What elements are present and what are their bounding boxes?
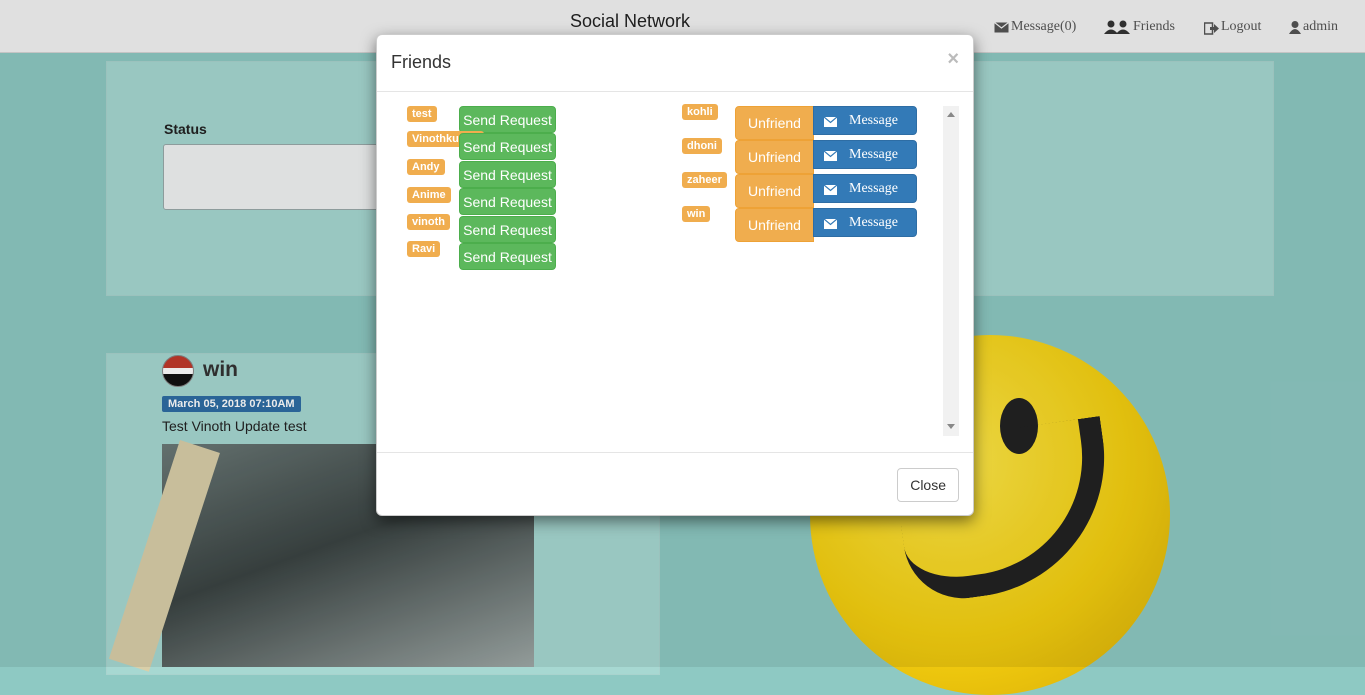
message-button-label: Message xyxy=(849,214,898,230)
message-button-label: Message xyxy=(849,146,898,162)
unfriend-button[interactable]: Unfriend xyxy=(735,140,814,174)
close-button[interactable]: Close xyxy=(897,468,959,502)
suggestion-name-label: test xyxy=(407,106,437,122)
friend-name-label: kohli xyxy=(682,104,718,120)
unfriend-button[interactable]: Unfriend xyxy=(735,106,814,140)
suggestion-name-label: vinoth xyxy=(407,214,450,230)
envelope-icon xyxy=(823,116,838,127)
suggestion-name-label: Ravi xyxy=(407,241,441,257)
send-request-button[interactable]: Send Request xyxy=(459,216,556,243)
message-button-label: Message xyxy=(849,180,898,196)
unfriend-button[interactable]: Unfriend xyxy=(735,174,814,208)
scroll-up-icon[interactable] xyxy=(947,112,955,117)
send-request-button[interactable]: Send Request xyxy=(459,161,556,188)
modal-footer: Close xyxy=(377,452,973,516)
modal-header: Friends × xyxy=(377,35,973,92)
friends-modal: Friends × test Send Request Vinothkumar … xyxy=(376,34,974,516)
send-request-button[interactable]: Send Request xyxy=(459,188,556,215)
suggestion-name-label: Anime xyxy=(407,187,451,203)
envelope-icon xyxy=(823,150,838,161)
friend-name-label: dhoni xyxy=(682,138,722,154)
send-request-button[interactable]: Send Request xyxy=(459,133,556,160)
send-request-button[interactable]: Send Request xyxy=(459,243,556,270)
modal-scrollbar[interactable] xyxy=(943,106,959,436)
suggestion-name-label: Andy xyxy=(407,159,445,175)
message-button[interactable]: Message xyxy=(813,106,917,135)
scroll-down-icon[interactable] xyxy=(947,424,955,429)
modal-title: Friends xyxy=(391,52,452,72)
friend-name-label: zaheer xyxy=(682,172,727,188)
message-button-label: Message xyxy=(849,112,898,128)
friend-name-label: win xyxy=(682,206,711,222)
unfriend-button[interactable]: Unfriend xyxy=(735,208,814,242)
send-request-button[interactable]: Send Request xyxy=(459,106,556,133)
message-button[interactable]: Message xyxy=(813,208,917,237)
envelope-icon xyxy=(823,218,838,229)
envelope-icon xyxy=(823,184,838,195)
modal-body: test Send Request Vinothkumar Send Reque… xyxy=(377,92,973,452)
message-button[interactable]: Message xyxy=(813,174,917,203)
message-button[interactable]: Message xyxy=(813,140,917,169)
close-icon[interactable]: × xyxy=(947,49,959,69)
